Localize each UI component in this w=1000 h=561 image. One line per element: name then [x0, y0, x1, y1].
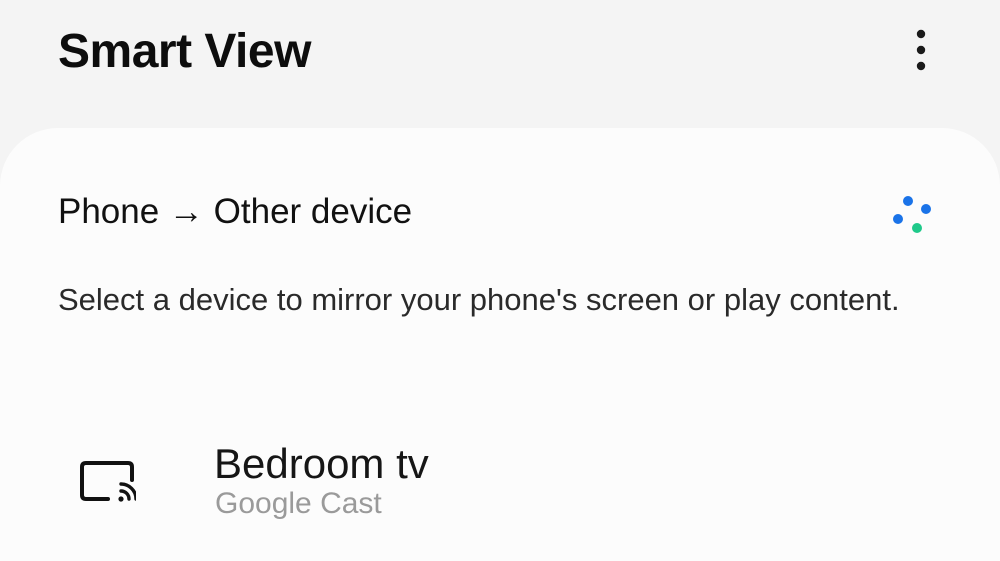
device-item-bedroom-tv[interactable]: Bedroom tv Google Cast [0, 420, 1000, 530]
device-list-card: Phone → Other device Select a device to … [0, 128, 1000, 561]
page-title: Smart View [58, 25, 311, 78]
more-vertical-icon [916, 29, 926, 71]
scanning-indicator [888, 192, 936, 240]
device-icon-wrapper [78, 458, 136, 506]
scanning-dots-icon [893, 196, 931, 233]
device-type: Google Cast [215, 487, 382, 520]
app-header: Smart View [0, 0, 1000, 128]
cast-screen-icon [80, 461, 136, 502]
smart-view-screen: Smart View Phone → Other device Select a… [0, 0, 1000, 561]
section-title: Phone → Other device [58, 192, 413, 231]
device-name: Bedroom tv [214, 440, 429, 487]
more-options-button[interactable] [896, 22, 946, 78]
mirror-description: Select a device to mirror your phone's s… [58, 282, 900, 317]
